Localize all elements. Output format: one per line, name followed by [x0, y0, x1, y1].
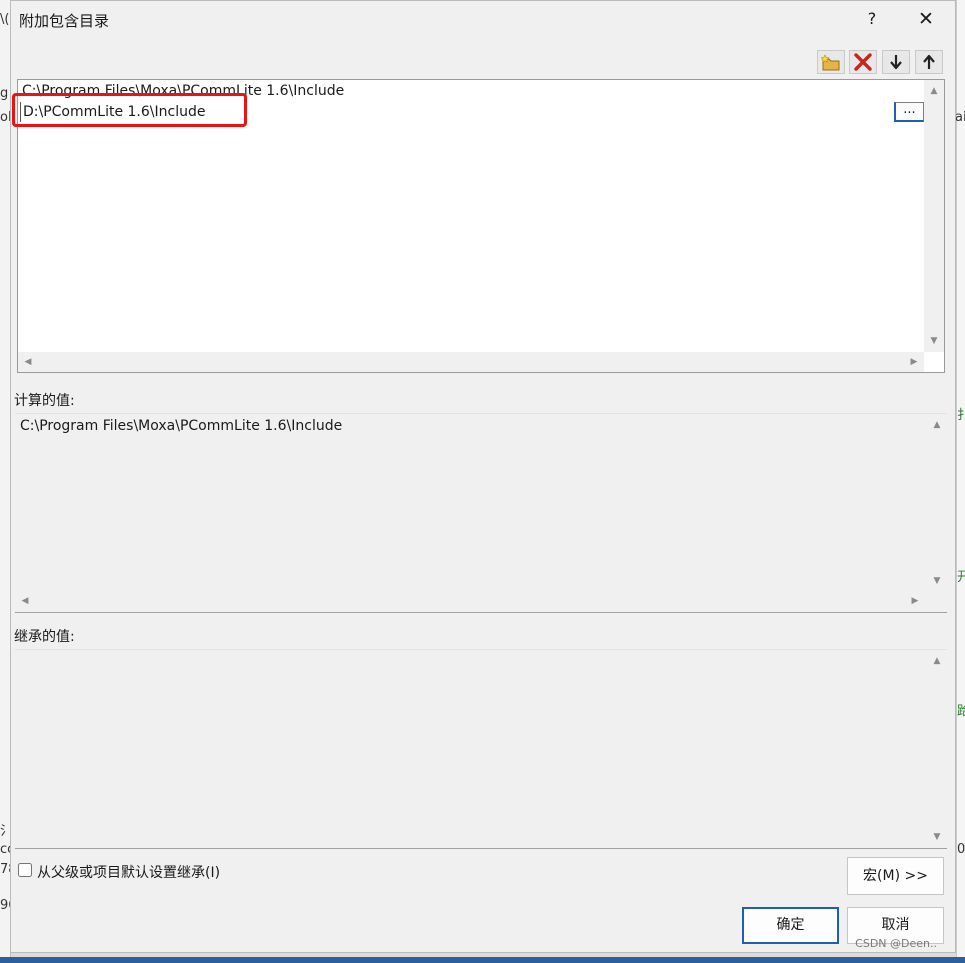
move-down-icon	[890, 55, 902, 70]
computed-values-box: C:\Program Files\Moxa\PCommLite 1.6\Incl…	[15, 413, 947, 613]
move-up-icon	[923, 54, 935, 69]
move-down-button[interactable]	[882, 50, 910, 74]
background-text: g	[0, 86, 9, 101]
move-up-button[interactable]	[915, 50, 943, 74]
inherited-vertical-scrollbar[interactable]: ▲ ▼	[927, 650, 947, 848]
background-text: \(	[0, 12, 10, 27]
scroll-left-arrow[interactable]: ◀	[18, 353, 38, 371]
macros-button[interactable]: 宏(M) >>	[847, 857, 944, 895]
background-window-right	[956, 0, 965, 963]
computed-values-label: 计算的值:	[14, 393, 75, 409]
include-directories-dialog: 附加包含目录 ? ✕ C:\Program Files\Moxa\PCommLi…	[10, 0, 956, 953]
delete-icon	[854, 53, 872, 71]
background-text: ai	[955, 110, 965, 125]
scroll-up-arrow[interactable]: ▲	[924, 82, 944, 100]
ok-button[interactable]: 确定	[742, 907, 839, 944]
divider	[15, 848, 947, 849]
list-vertical-scrollbar[interactable]: ▲ ▼	[924, 80, 944, 352]
computed-value: C:\Program Files\Moxa\PCommLite 1.6\Incl…	[20, 418, 343, 434]
scroll-right-arrow[interactable]: ▶	[905, 592, 925, 610]
scroll-up-arrow[interactable]: ▲	[927, 652, 947, 670]
directory-edit-input[interactable]	[20, 102, 883, 122]
list-item[interactable]: C:\Program Files\Moxa\PCommLite 1.6\Incl…	[22, 81, 344, 101]
computed-vertical-scrollbar[interactable]: ▲ ▼	[927, 414, 947, 592]
list-horizontal-scrollbar[interactable]: ◀ ▶	[18, 352, 924, 372]
inherited-values-label: 继承的值:	[14, 629, 75, 645]
scroll-down-arrow[interactable]: ▼	[927, 828, 947, 846]
new-line-button[interactable]	[817, 50, 845, 74]
scroll-up-arrow[interactable]: ▲	[927, 416, 947, 434]
delete-line-button[interactable]	[849, 50, 877, 74]
background-text: 跲	[957, 704, 965, 719]
dialog-title: 附加包含目录	[19, 12, 110, 30]
background-text: 0	[957, 842, 965, 857]
title-bar: 附加包含目录 ? ✕	[11, 1, 955, 39]
new-line-icon	[821, 54, 840, 71]
taskbar-strip	[0, 957, 965, 963]
watermark: CSDN @Deen..	[855, 937, 937, 950]
help-button[interactable]: ?	[859, 6, 885, 32]
scroll-down-arrow[interactable]: ▼	[924, 332, 944, 350]
divider	[15, 612, 947, 613]
scroll-left-arrow[interactable]: ◀	[15, 592, 35, 610]
scroll-down-arrow[interactable]: ▼	[927, 572, 947, 590]
computed-horizontal-scrollbar[interactable]: ◀ ▶	[15, 591, 925, 611]
inherit-checkbox[interactable]	[18, 863, 32, 877]
list-item-editing[interactable]: ...	[20, 102, 924, 122]
inherited-values-box: ▲ ▼	[15, 649, 947, 849]
scroll-right-arrow[interactable]: ▶	[904, 353, 924, 371]
browse-button[interactable]: ...	[894, 102, 924, 122]
directory-list[interactable]: C:\Program Files\Moxa\PCommLite 1.6\Incl…	[17, 79, 945, 373]
background-text: 开	[957, 570, 965, 585]
close-button[interactable]: ✕	[911, 6, 941, 32]
inherit-checkbox-label[interactable]: 从父级或项目默认设置继承(I)	[37, 862, 220, 882]
background-text: 扌	[957, 408, 965, 423]
